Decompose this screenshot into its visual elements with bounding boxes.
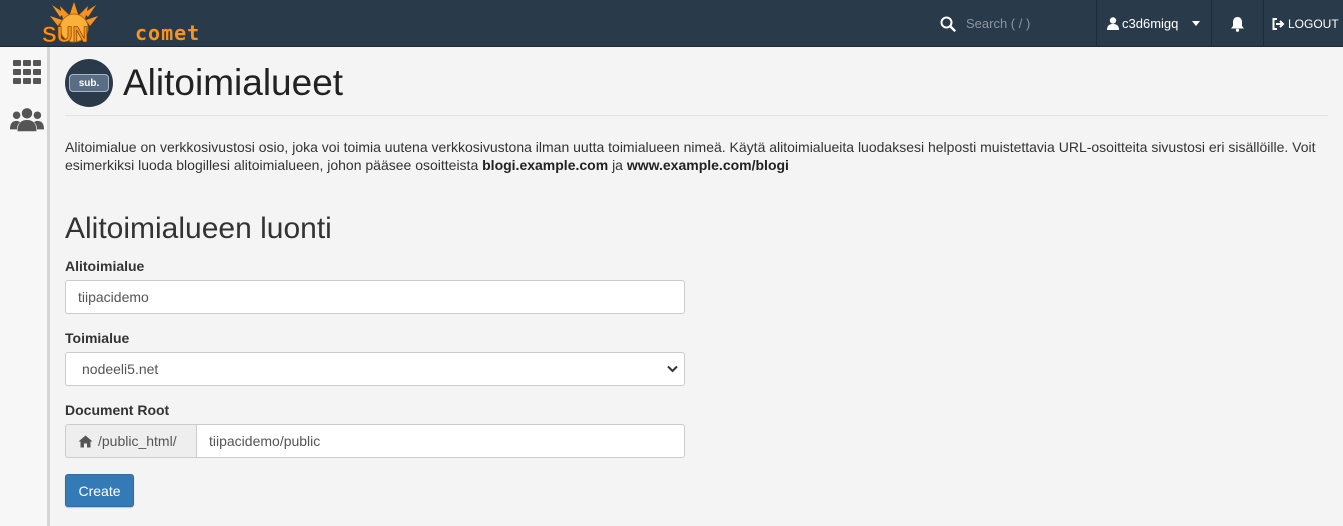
username-label: c3d6migq bbox=[1122, 16, 1179, 31]
user-icon bbox=[1107, 17, 1119, 30]
chevron-down-icon bbox=[667, 365, 678, 373]
section-title: Alitoimialueen luonti bbox=[65, 212, 332, 245]
docroot-label: Document Root bbox=[65, 402, 170, 418]
home-icon bbox=[78, 435, 93, 447]
logout-label: LOGOUT bbox=[1288, 16, 1339, 31]
sidebar-item-tools[interactable] bbox=[10, 57, 44, 87]
logout-icon bbox=[1272, 17, 1285, 30]
docroot-prefix: /public_html/ bbox=[98, 433, 177, 449]
brand-logo[interactable]: SUN comet bbox=[22, 0, 204, 47]
page-description: Alitoimialue on verkkosivustosi osio, jo… bbox=[65, 138, 1320, 174]
logo-comet-text: comet bbox=[135, 21, 201, 45]
notifications-button[interactable] bbox=[1212, 0, 1262, 47]
caret-down-icon bbox=[1192, 21, 1201, 26]
grid-icon bbox=[13, 60, 41, 84]
domain-select[interactable]: nodeeli5.net bbox=[65, 352, 685, 386]
sidebar-item-users[interactable] bbox=[10, 104, 44, 134]
example-url-1: blogi.example.com bbox=[482, 157, 609, 173]
subdomain-tag-label: sub. bbox=[69, 74, 109, 92]
left-sidebar bbox=[0, 47, 50, 526]
description-joiner: ja bbox=[612, 157, 623, 173]
page-title: Alitoimialueet bbox=[123, 62, 344, 103]
subdomain-value: tiipacidemo bbox=[78, 289, 149, 305]
page-header: sub. Alitoimialueet bbox=[65, 59, 343, 107]
domain-label: Toimialue bbox=[65, 330, 130, 346]
search-icon bbox=[940, 16, 956, 32]
header-divider bbox=[65, 115, 1328, 116]
docroot-value: tiipacidemo/public bbox=[209, 433, 321, 449]
docroot-input-group: /public_html/ tiipacidemo/public bbox=[65, 424, 685, 458]
docroot-prefix-addon: /public_html/ bbox=[65, 424, 196, 458]
create-button[interactable]: Create bbox=[65, 474, 134, 507]
subdomain-label: Alitoimialue bbox=[65, 258, 145, 274]
top-navbar: SUN comet c3d6migq LOGOUT bbox=[0, 0, 1343, 47]
docroot-input[interactable]: tiipacidemo/public bbox=[196, 424, 685, 458]
subdomain-input[interactable]: tiipacidemo bbox=[65, 280, 685, 314]
example-url-2: www.example.com/blogi bbox=[626, 157, 789, 173]
logo-sun-text: SUN bbox=[42, 22, 88, 47]
search-box[interactable] bbox=[940, 0, 1090, 47]
domain-selected-value: nodeeli5.net bbox=[82, 361, 159, 377]
sun-logo-icon: SUN bbox=[42, 2, 98, 47]
search-input[interactable] bbox=[966, 16, 1076, 31]
main-content: sub. Alitoimialueet Alitoimialue on verk… bbox=[50, 47, 1343, 526]
subdomain-app-icon: sub. bbox=[65, 59, 113, 107]
users-icon bbox=[10, 108, 44, 132]
logout-button[interactable]: LOGOUT bbox=[1264, 0, 1343, 47]
user-menu-dropdown[interactable]: c3d6migq bbox=[1097, 0, 1211, 47]
bell-icon bbox=[1230, 16, 1244, 32]
